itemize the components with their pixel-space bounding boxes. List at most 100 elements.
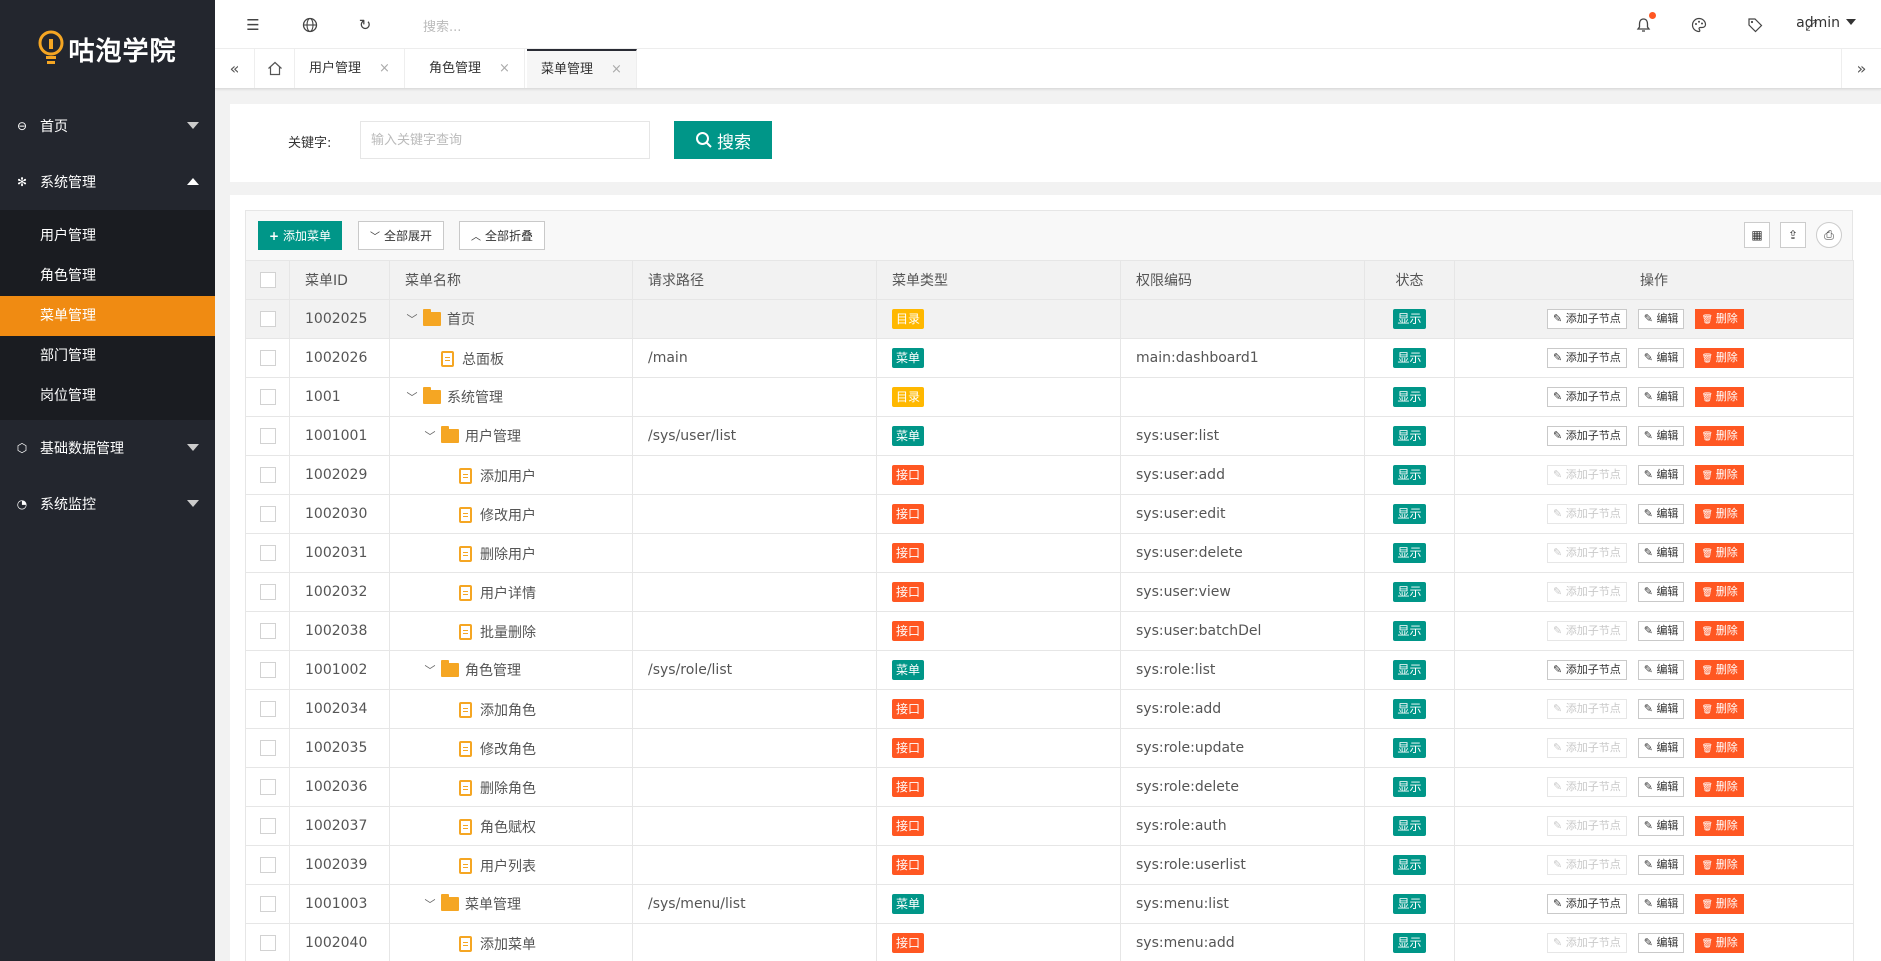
table-row[interactable]: 1002030 修改用户 接口 sys:user:edit 显示 ✎ 添加子节点 ✎ 编辑 🗑… [245, 494, 1854, 534]
chevron-down-icon[interactable]: ﹀ [405, 389, 419, 405]
header-menu-id[interactable]: 菜单ID [289, 260, 390, 300]
globe-icon[interactable] [300, 15, 320, 35]
tabs-scroll-left-icon[interactable]: « [215, 49, 255, 88]
row-select-cell[interactable] [245, 884, 290, 924]
delete-button[interactable]: 🗑 删除 [1695, 699, 1744, 719]
table-row[interactable]: 1001001 ﹀ 用户管理/sys/user/list 菜单 sys:user:lis… [245, 416, 1854, 456]
columns-filter-icon[interactable]: ▦ [1744, 222, 1770, 248]
delete-button[interactable]: 🗑 删除 [1695, 426, 1744, 446]
edit-button[interactable]: ✎ 编辑 [1637, 504, 1685, 524]
expand-all-button[interactable]: ﹀ 全部展开 [358, 221, 444, 250]
edit-button[interactable]: ✎ 编辑 [1637, 855, 1685, 875]
row-checkbox[interactable] [259, 740, 276, 756]
brand-logo[interactable]: 咕泡学院 [0, 0, 215, 98]
table-row[interactable]: 1002039 用户列表 接口 sys:role:userlist 显示 ✎ 添加子节点 ✎… [245, 845, 1854, 885]
add-child-button[interactable]: ✎ 添加子节点 [1547, 426, 1627, 446]
row-checkbox[interactable] [259, 389, 276, 405]
export-icon[interactable]: ⇪ [1780, 222, 1806, 248]
add-child-button[interactable]: ✎ 添加子节点 [1547, 387, 1627, 407]
edit-button[interactable]: ✎ 编辑 [1637, 660, 1685, 680]
delete-button[interactable]: 🗑 删除 [1695, 621, 1744, 641]
row-checkbox[interactable] [259, 935, 276, 951]
tab-0[interactable]: 用户管理 × [295, 49, 405, 88]
row-select-cell[interactable] [245, 728, 290, 768]
refresh-icon[interactable]: ↻ [355, 15, 375, 35]
row-checkbox[interactable] [259, 623, 276, 639]
home-tab-icon[interactable] [255, 49, 295, 88]
row-select-cell[interactable] [245, 572, 290, 612]
add-child-button[interactable]: ✎ 添加子节点 [1547, 660, 1627, 680]
header-menu-name[interactable]: 菜单名称 [389, 260, 633, 300]
table-row[interactable]: 1002036 删除角色 接口 sys:role:delete 显示 ✎ 添加子节点 ✎ 编… [245, 767, 1854, 807]
sidebar-subitem-1[interactable]: 角色管理 [0, 256, 215, 296]
sidebar-item-1[interactable]: ✻ 系统管理 [0, 154, 215, 210]
table-row[interactable]: 1002040 添加菜单 接口 sys:menu:add 显示 ✎ 添加子节点 ✎ 编辑 🗑 … [245, 923, 1854, 961]
chevron-down-icon[interactable]: ﹀ [423, 428, 437, 444]
delete-button[interactable]: 🗑 删除 [1695, 855, 1744, 875]
close-icon[interactable]: × [611, 62, 622, 77]
delete-button[interactable]: 🗑 删除 [1695, 504, 1744, 524]
print-icon[interactable]: ⎙ [1816, 222, 1842, 248]
search-button[interactable]: 搜索 [674, 121, 772, 159]
bell-icon[interactable] [1633, 12, 1656, 35]
row-checkbox[interactable] [259, 584, 276, 600]
add-child-button[interactable]: ✎ 添加子节点 [1547, 348, 1627, 368]
table-row[interactable]: 1002025 ﹀ 首页 目录 显示 ✎ 添加子节点 ✎ 编辑 🗑 删除 [245, 299, 1854, 339]
close-icon[interactable]: × [379, 61, 390, 76]
edit-button[interactable]: ✎ 编辑 [1637, 543, 1685, 563]
user-menu[interactable]: admin [1796, 15, 1856, 31]
delete-button[interactable]: 🗑 删除 [1695, 387, 1744, 407]
menu-toggle-icon[interactable]: ☰ [243, 15, 263, 35]
row-select-cell[interactable] [245, 767, 290, 807]
delete-button[interactable]: 🗑 删除 [1695, 777, 1744, 797]
row-select-cell[interactable] [245, 377, 290, 417]
delete-button[interactable]: 🗑 删除 [1695, 660, 1744, 680]
row-select-cell[interactable] [245, 806, 290, 846]
sidebar-subitem-2[interactable]: 菜单管理 [0, 296, 215, 336]
row-checkbox[interactable] [259, 818, 276, 834]
row-checkbox[interactable] [259, 896, 276, 912]
delete-button[interactable]: 🗑 删除 [1695, 816, 1744, 836]
table-row[interactable]: 1002032 用户详情 接口 sys:user:view 显示 ✎ 添加子节点 ✎ 编辑 🗑… [245, 572, 1854, 612]
table-row[interactable]: 1002038 批量删除 接口 sys:user:batchDel 显示 ✎ 添加子节点 ✎… [245, 611, 1854, 651]
row-select-cell[interactable] [245, 338, 290, 378]
close-icon[interactable]: × [499, 61, 510, 76]
delete-button[interactable]: 🗑 删除 [1695, 465, 1744, 485]
table-row[interactable]: 1002026 总面板/main 菜单 main:dashboard1 显示 ✎ 添加子节… [245, 338, 1854, 378]
keyword-input[interactable] [360, 121, 650, 159]
tabs-scroll-right-icon[interactable]: » [1841, 49, 1881, 88]
table-row[interactable]: 1002034 添加角色 接口 sys:role:add 显示 ✎ 添加子节点 ✎ 编辑 🗑 … [245, 689, 1854, 729]
row-select-cell[interactable] [245, 494, 290, 534]
header-status[interactable]: 状态 [1364, 260, 1455, 300]
sidebar-item-0[interactable]: ⊖ 首页 [0, 98, 215, 154]
table-row[interactable]: 1002037 角色赋权 接口 sys:role:auth 显示 ✎ 添加子节点 ✎ 编辑 🗑… [245, 806, 1854, 846]
row-checkbox[interactable] [259, 701, 276, 717]
edit-button[interactable]: ✎ 编辑 [1637, 933, 1685, 953]
delete-button[interactable]: 🗑 删除 [1695, 738, 1744, 758]
edit-button[interactable]: ✎ 编辑 [1637, 582, 1685, 602]
delete-button[interactable]: 🗑 删除 [1695, 582, 1744, 602]
edit-button[interactable]: ✎ 编辑 [1637, 309, 1685, 329]
table-row[interactable]: 1001002 ﹀ 角色管理/sys/role/list 菜单 sys:role:lis… [245, 650, 1854, 690]
chevron-down-icon[interactable]: ﹀ [423, 662, 437, 678]
header-request-path[interactable]: 请求路径 [632, 260, 877, 300]
delete-button[interactable]: 🗑 删除 [1695, 309, 1744, 329]
row-checkbox[interactable] [259, 467, 276, 483]
delete-button[interactable]: 🗑 删除 [1695, 933, 1744, 953]
edit-button[interactable]: ✎ 编辑 [1637, 777, 1685, 797]
delete-button[interactable]: 🗑 删除 [1695, 894, 1744, 914]
sidebar-item-3[interactable]: ◔ 系统监控 [0, 476, 215, 532]
tag-icon[interactable] [1745, 15, 1765, 35]
add-child-button[interactable]: ✎ 添加子节点 [1547, 894, 1627, 914]
edit-button[interactable]: ✎ 编辑 [1637, 348, 1685, 368]
edit-button[interactable]: ✎ 编辑 [1637, 699, 1685, 719]
chevron-down-icon[interactable]: ﹀ [405, 311, 419, 327]
edit-button[interactable]: ✎ 编辑 [1637, 816, 1685, 836]
row-select-cell[interactable] [245, 923, 290, 961]
sidebar-item-2[interactable]: ⬡ 基础数据管理 [0, 420, 215, 476]
delete-button[interactable]: 🗑 删除 [1695, 348, 1744, 368]
header-menu-type[interactable]: 菜单类型 [876, 260, 1121, 300]
row-checkbox[interactable] [259, 311, 276, 327]
collapse-all-button[interactable]: ︿ 全部折叠 [459, 221, 545, 250]
header-permission[interactable]: 权限编码 [1120, 260, 1365, 300]
